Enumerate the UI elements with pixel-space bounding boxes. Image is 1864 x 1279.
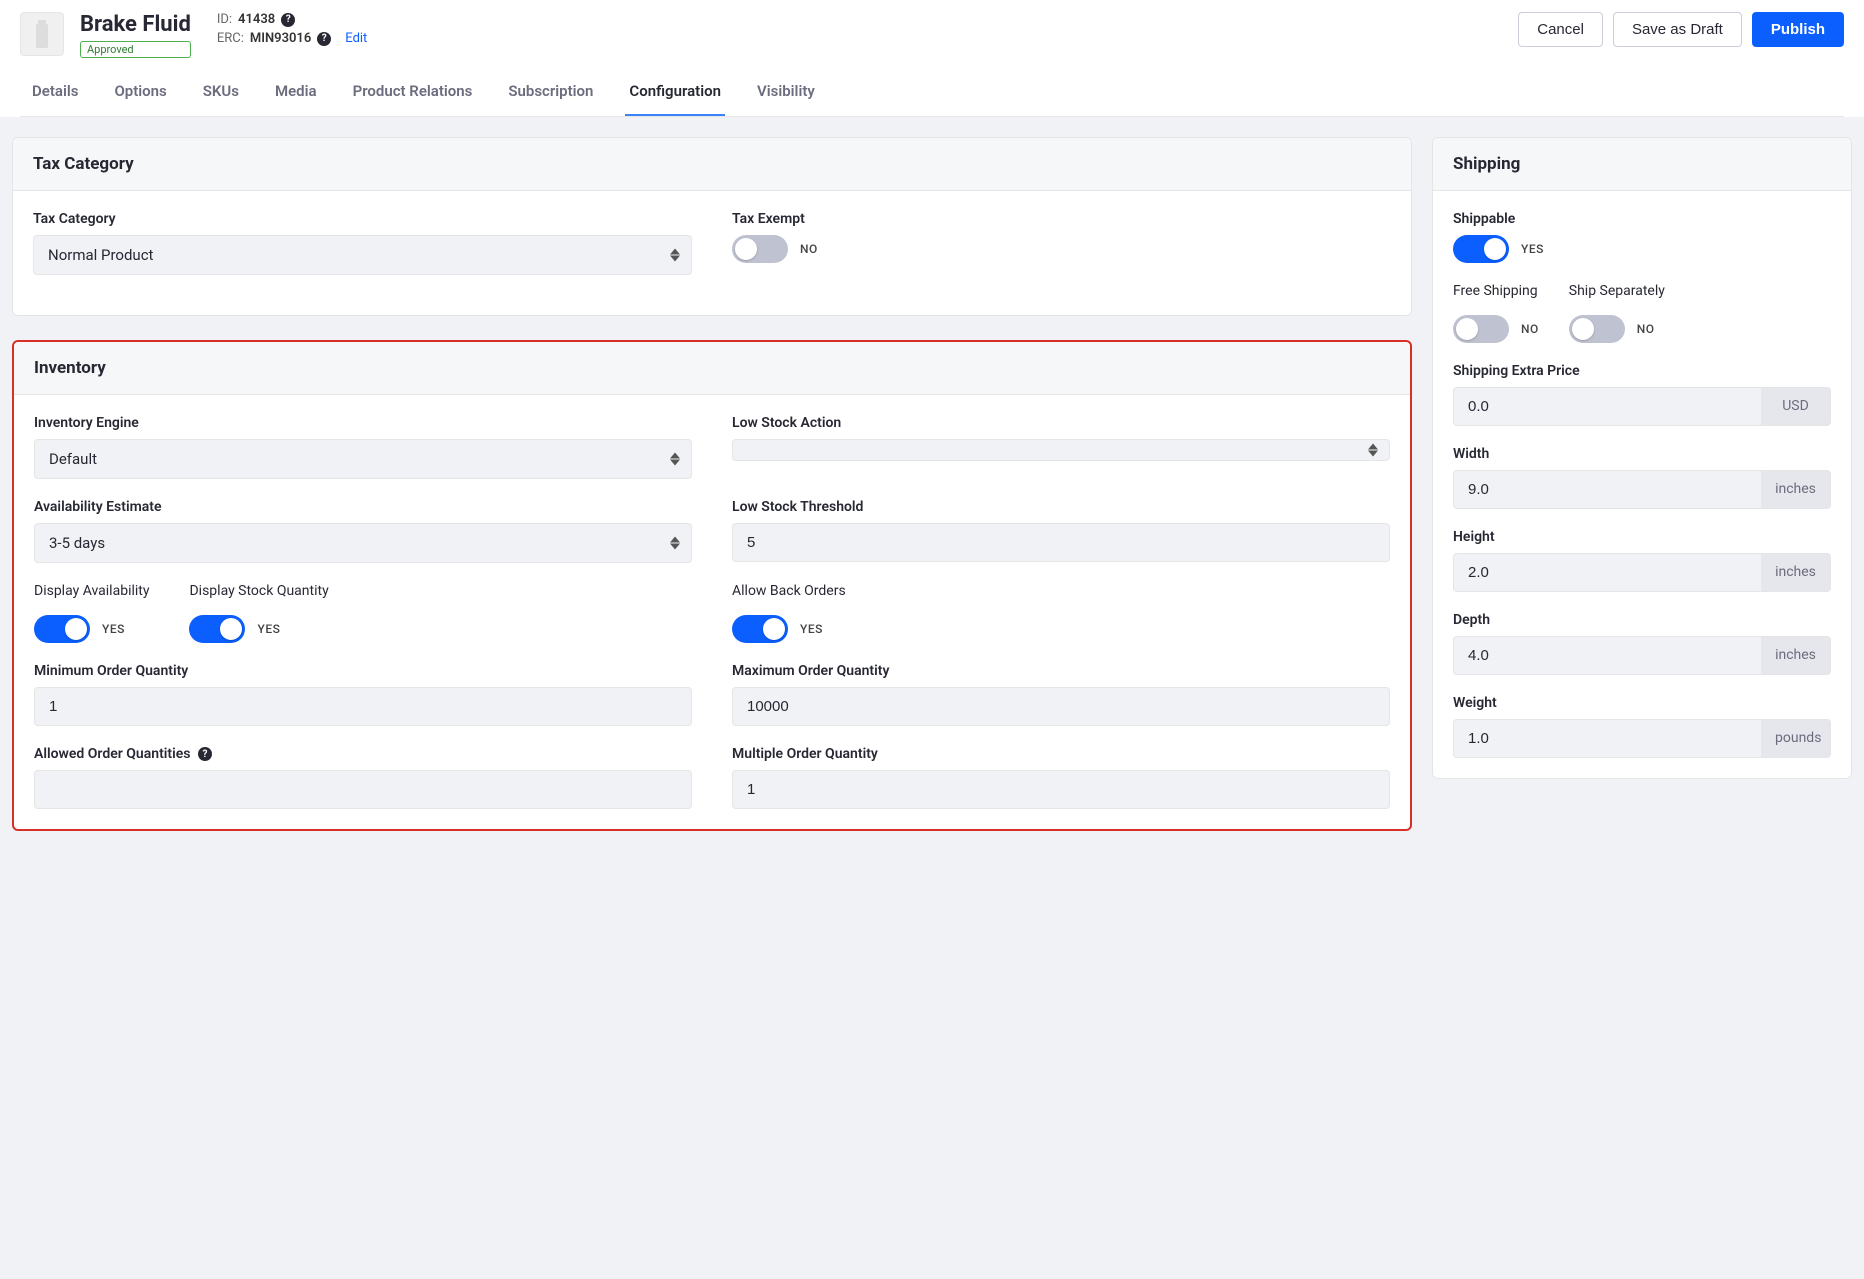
- erc-value: MIN93016: [250, 31, 311, 46]
- inventory-panel: Inventory Inventory Engine Default: [12, 340, 1412, 831]
- tax-exempt-toggle[interactable]: [732, 235, 788, 263]
- allow-backorders-label: Allow Back Orders: [732, 583, 1390, 599]
- edit-link[interactable]: Edit: [345, 31, 367, 46]
- free-shipping-label: Free Shipping: [1453, 283, 1539, 299]
- tab-details[interactable]: Details: [28, 68, 82, 116]
- tax-category-panel: Tax Category Tax Category Normal Product: [12, 137, 1412, 316]
- product-thumbnail: [20, 12, 64, 56]
- max-order-qty-input[interactable]: [732, 687, 1390, 726]
- low-stock-threshold-input[interactable]: [732, 523, 1390, 562]
- id-label: ID:: [217, 12, 232, 27]
- weight-input[interactable]: [1453, 719, 1761, 758]
- panel-title: Tax Category: [13, 138, 1411, 191]
- shipping-extra-price-input[interactable]: [1453, 387, 1761, 426]
- multiple-order-qty-input[interactable]: [732, 770, 1390, 809]
- tax-category-label: Tax Category: [33, 211, 692, 227]
- allow-backorders-state: YES: [800, 622, 823, 636]
- tab-visibility[interactable]: Visibility: [753, 68, 819, 116]
- display-stock-qty-toggle[interactable]: [189, 615, 245, 643]
- currency-unit: USD: [1761, 387, 1831, 426]
- shippable-state: YES: [1521, 242, 1544, 256]
- low-stock-threshold-label: Low Stock Threshold: [732, 499, 1390, 515]
- page-title: Brake Fluid: [80, 12, 191, 37]
- min-order-qty-input[interactable]: [34, 687, 692, 726]
- tab-configuration[interactable]: Configuration: [625, 68, 725, 116]
- allowed-order-qty-label: Allowed Order Quantities ?: [34, 746, 692, 762]
- status-badge: Approved: [80, 41, 191, 58]
- height-input[interactable]: [1453, 553, 1761, 592]
- max-order-qty-label: Maximum Order Quantity: [732, 663, 1390, 679]
- panel-title: Inventory: [14, 342, 1410, 395]
- multiple-order-qty-label: Multiple Order Quantity: [732, 746, 1390, 762]
- display-stock-qty-state: YES: [257, 622, 280, 636]
- availability-estimate-select[interactable]: 3-5 days: [34, 523, 692, 563]
- allowed-order-qty-input[interactable]: [34, 770, 692, 809]
- free-shipping-state: NO: [1521, 322, 1539, 336]
- display-availability-state: YES: [102, 622, 125, 636]
- info-icon[interactable]: ?: [198, 747, 212, 761]
- ship-separately-toggle[interactable]: [1569, 315, 1625, 343]
- tax-exempt-state: NO: [800, 242, 818, 256]
- depth-unit: inches: [1761, 636, 1831, 675]
- min-order-qty-label: Minimum Order Quantity: [34, 663, 692, 679]
- display-stock-qty-label: Display Stock Quantity: [189, 583, 328, 599]
- shipping-extra-price-label: Shipping Extra Price: [1453, 363, 1831, 379]
- shippable-label: Shippable: [1453, 211, 1831, 227]
- low-stock-action-select[interactable]: [732, 439, 1390, 461]
- width-label: Width: [1453, 446, 1831, 462]
- availability-estimate-label: Availability Estimate: [34, 499, 692, 515]
- panel-title: Shipping: [1433, 138, 1851, 191]
- ship-separately-label: Ship Separately: [1569, 283, 1665, 299]
- tab-skus[interactable]: SKUs: [199, 68, 243, 116]
- shippable-toggle[interactable]: [1453, 235, 1509, 263]
- free-shipping-toggle[interactable]: [1453, 315, 1509, 343]
- info-icon[interactable]: ?: [281, 13, 295, 27]
- inventory-engine-select[interactable]: Default: [34, 439, 692, 479]
- shipping-panel: Shipping Shippable YES Free Shipping NO: [1432, 137, 1852, 779]
- tax-exempt-label: Tax Exempt: [732, 211, 1391, 227]
- inventory-engine-label: Inventory Engine: [34, 415, 692, 431]
- height-unit: inches: [1761, 553, 1831, 592]
- low-stock-action-label: Low Stock Action: [732, 415, 1390, 431]
- tab-product-relations[interactable]: Product Relations: [349, 68, 477, 116]
- display-availability-toggle[interactable]: [34, 615, 90, 643]
- tab-subscription[interactable]: Subscription: [504, 68, 597, 116]
- tabs: Details Options SKUs Media Product Relations…: [20, 68, 1844, 116]
- display-availability-label: Display Availability: [34, 583, 149, 599]
- erc-label: ERC:: [217, 31, 244, 46]
- weight-label: Weight: [1453, 695, 1831, 711]
- ship-separately-state: NO: [1637, 322, 1655, 336]
- tax-category-select[interactable]: Normal Product: [33, 235, 692, 275]
- info-icon[interactable]: ?: [317, 32, 331, 46]
- tab-options[interactable]: Options: [110, 68, 170, 116]
- cancel-button[interactable]: Cancel: [1518, 12, 1603, 47]
- save-draft-button[interactable]: Save as Draft: [1613, 12, 1742, 47]
- id-value: 41438: [238, 12, 275, 27]
- allow-backorders-toggle[interactable]: [732, 615, 788, 643]
- width-input[interactable]: [1453, 470, 1761, 509]
- height-label: Height: [1453, 529, 1831, 545]
- depth-input[interactable]: [1453, 636, 1761, 675]
- tab-media[interactable]: Media: [271, 68, 321, 116]
- width-unit: inches: [1761, 470, 1831, 509]
- weight-unit: pounds: [1761, 719, 1831, 758]
- publish-button[interactable]: Publish: [1752, 12, 1844, 47]
- depth-label: Depth: [1453, 612, 1831, 628]
